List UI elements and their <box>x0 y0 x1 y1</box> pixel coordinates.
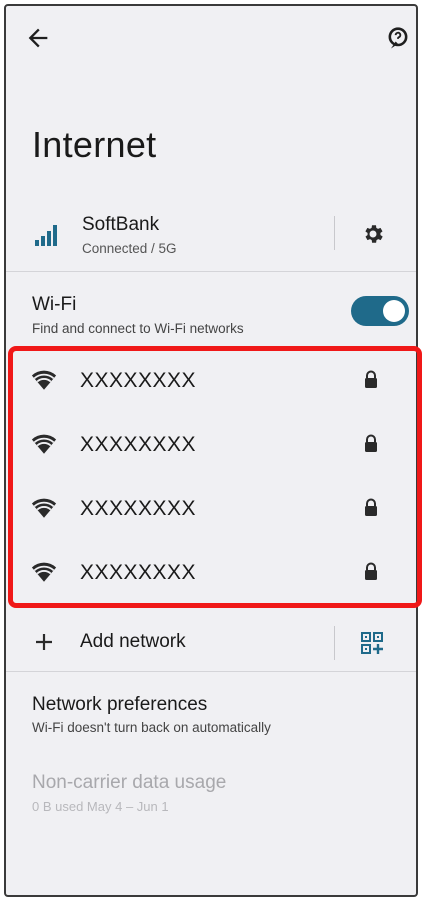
divider <box>6 271 416 272</box>
wifi-title: Wi-Fi <box>32 294 77 315</box>
network-preferences-title: Network preferences <box>32 694 208 715</box>
toggle-knob <box>383 300 405 322</box>
help-feedback-icon <box>388 27 408 49</box>
wifi-toggle[interactable] <box>351 296 409 326</box>
network-preferences-subtitle: Wi-Fi doesn't turn back on automatically <box>32 720 271 735</box>
non-carrier-data-title: Non-carrier data usage <box>32 772 227 793</box>
qr-code-scan-icon <box>361 632 383 654</box>
highlight-frame <box>8 346 422 608</box>
plus-icon <box>32 630 56 654</box>
carrier-name: SoftBank <box>82 214 160 235</box>
divider <box>334 216 335 250</box>
back-button[interactable] <box>24 24 52 52</box>
cell-signal-icon <box>34 224 58 246</box>
divider <box>334 626 335 660</box>
arrow-back-icon <box>28 28 48 48</box>
carrier-status: Connected / 5G <box>82 241 177 256</box>
mobile-network-settings-button[interactable] <box>361 222 385 246</box>
divider <box>6 671 416 672</box>
page-title: Internet <box>32 124 157 165</box>
phone-screen: Internet SoftBank Connected / 5G Wi-Fi F… <box>4 4 422 897</box>
non-carrier-data-subtitle: 0 B used May 4 – Jun 1 <box>32 799 169 814</box>
qr-scan-button[interactable] <box>361 632 383 654</box>
add-network-label: Add network <box>80 631 186 652</box>
gear-icon <box>365 225 383 243</box>
wifi-subtitle: Find and connect to Wi-Fi networks <box>32 321 244 336</box>
help-feedback-button[interactable] <box>384 24 412 52</box>
